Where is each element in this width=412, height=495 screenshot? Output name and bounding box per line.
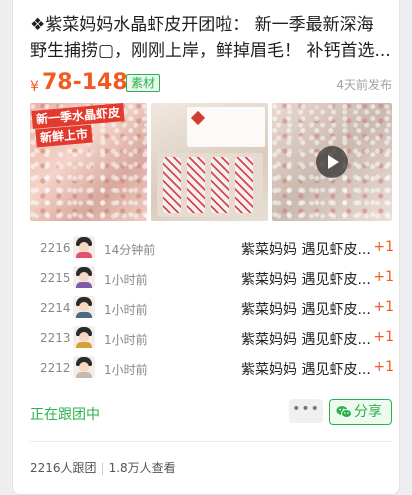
- gift-box-cans: [157, 153, 263, 217]
- view-count: 1.8万人查看: [108, 461, 176, 475]
- group-status: 正在跟团中: [30, 407, 100, 423]
- order-item: 紫菜妈妈 遇见虾皮...: [241, 302, 371, 318]
- product-image-2[interactable]: [151, 103, 268, 221]
- post-title[interactable]: ❖紫菜妈妈水晶虾皮开团啦： 新一季最新深海 野生捕捞▢，刚刚上岸，鲜掉眉毛！ 补…: [30, 12, 392, 64]
- material-tag[interactable]: 素材: [126, 74, 161, 92]
- order-time: 1小时前: [104, 333, 148, 347]
- can: [163, 157, 181, 213]
- order-qty: +1: [373, 239, 394, 255]
- publish-time: 4天前发布: [336, 78, 392, 92]
- product-video[interactable]: [272, 103, 392, 221]
- order-item: 紫菜妈妈 遇见虾皮...: [241, 272, 371, 288]
- order-number: 2216: [40, 241, 71, 255]
- order-time: 1小时前: [104, 273, 148, 287]
- post-title-line-2: 野生捕捞▢，刚刚上岸，鲜掉眉毛！ 补钙首选...: [30, 41, 391, 61]
- brand-logo-icon: [190, 110, 206, 126]
- order-qty: +1: [373, 269, 394, 285]
- order-item: 紫菜妈妈 遇见虾皮...: [241, 332, 371, 348]
- order-qty: +1: [373, 299, 394, 315]
- share-button[interactable]: 分享: [329, 399, 392, 425]
- gift-box-lid: [187, 107, 265, 147]
- order-time: 14分钟前: [104, 243, 156, 257]
- order-number: 2212: [40, 361, 71, 375]
- order-row[interactable]: 2212 1小时前 紫菜妈妈 遇见虾皮... +1: [30, 353, 394, 383]
- order-number: 2215: [40, 271, 71, 285]
- order-number: 2214: [40, 301, 71, 315]
- divider: [30, 441, 392, 442]
- post-title-line-1: ❖紫菜妈妈水晶虾皮开团啦： 新一季最新深海: [30, 15, 374, 35]
- avatar: [73, 356, 95, 378]
- order-time: 1小时前: [104, 303, 148, 317]
- order-time: 1小时前: [104, 363, 148, 377]
- avatar: [73, 326, 95, 348]
- order-row[interactable]: 2216 14分钟前 紫菜妈妈 遇见虾皮... +1: [30, 233, 394, 263]
- price-range: 78-148: [42, 70, 128, 95]
- share-label: 分享: [354, 404, 382, 420]
- can: [187, 157, 205, 213]
- product-image-1[interactable]: 新一季水晶虾皮 新鲜上市: [30, 103, 147, 221]
- order-qty: +1: [373, 329, 394, 345]
- more-button[interactable]: •••: [289, 399, 323, 423]
- order-row[interactable]: 2213 1小时前 紫菜妈妈 遇见虾皮... +1: [30, 323, 394, 353]
- order-item: 紫菜妈妈 遇见虾皮...: [241, 242, 371, 258]
- follower-count: 2216人跟团: [30, 461, 97, 475]
- order-item: 紫菜妈妈 遇见虾皮...: [241, 362, 371, 378]
- order-list: 2216 14分钟前 紫菜妈妈 遇见虾皮... +1 2215 1小时前 紫菜妈…: [30, 233, 394, 383]
- order-qty: +1: [373, 359, 394, 375]
- price-row: ¥ 78-148 素材 4天前发布: [30, 69, 392, 99]
- order-number: 2213: [40, 331, 71, 345]
- play-icon[interactable]: [316, 146, 348, 178]
- avatar: [73, 296, 95, 318]
- avatar: [73, 236, 95, 258]
- separator: |: [100, 461, 105, 475]
- footer-stats: 2216人跟团 | 1.8万人查看: [30, 459, 176, 476]
- order-row[interactable]: 2215 1小时前 紫菜妈妈 遇见虾皮... +1: [30, 263, 394, 293]
- price-currency: ¥: [30, 79, 39, 95]
- can: [235, 157, 253, 213]
- avatar: [73, 266, 95, 288]
- group-buy-card[interactable]: ❖紫菜妈妈水晶虾皮开团啦： 新一季最新深海 野生捕捞▢，刚刚上岸，鲜掉眉毛！ 补…: [12, 0, 400, 495]
- can: [211, 157, 229, 213]
- order-row[interactable]: 2214 1小时前 紫菜妈妈 遇见虾皮... +1: [30, 293, 394, 323]
- wechat-icon: [336, 406, 352, 418]
